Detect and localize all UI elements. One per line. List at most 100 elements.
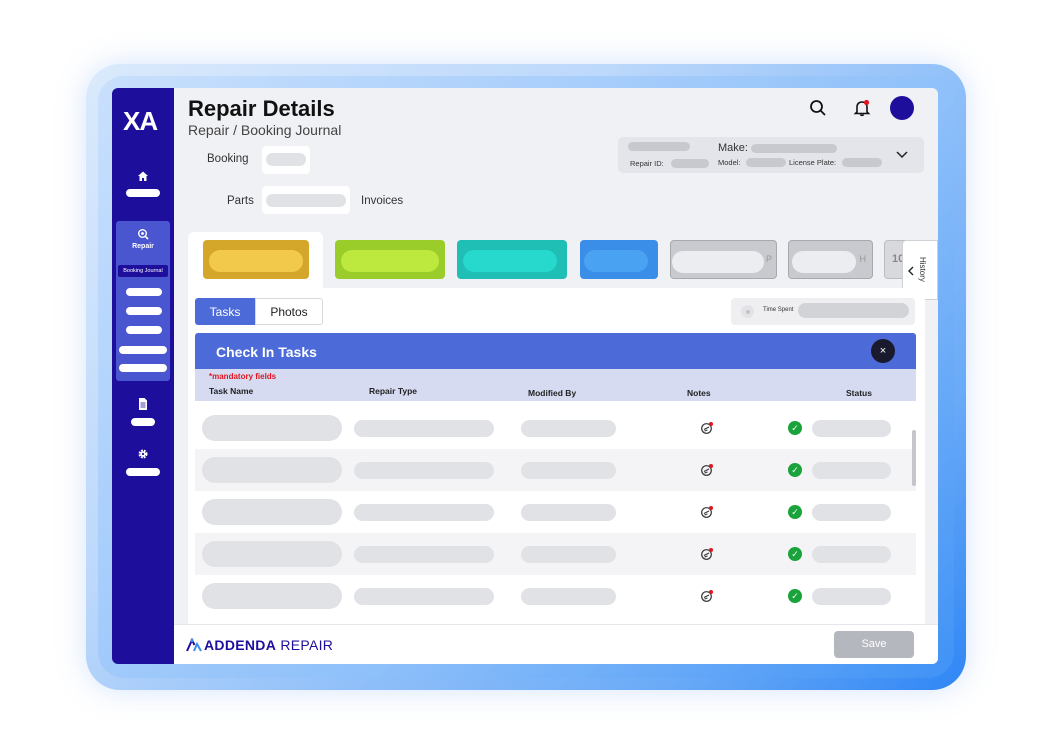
history-label: History — [918, 257, 927, 282]
status-tab-2[interactable] — [335, 240, 445, 279]
column-status: Status — [846, 388, 872, 398]
sidebar-item-documents-label — [131, 418, 155, 426]
status-tab-3[interactable] — [457, 240, 567, 279]
repair-type-cell[interactable] — [354, 545, 494, 563]
status-check-icon: ✓ — [788, 589, 802, 603]
column-task-name: Task Name — [209, 386, 254, 396]
tab-tasks[interactable]: Tasks — [195, 298, 255, 325]
app-logo: XA — [123, 106, 158, 136]
brand-light: REPAIR — [280, 637, 334, 653]
table-row[interactable]: ✓ — [195, 533, 916, 575]
repair-type-cell[interactable] — [354, 587, 494, 605]
sidebar-item-home-label — [126, 189, 160, 197]
notes-icon[interactable] — [700, 589, 714, 603]
sidebar-subitem[interactable] — [126, 288, 162, 296]
sidebar-subitem[interactable] — [119, 364, 167, 372]
vehicle-summary-card[interactable]: Repair ID: Make: Model: License Plate: — [618, 137, 924, 173]
scrollbar[interactable] — [912, 430, 916, 486]
make-value — [751, 144, 837, 153]
column-notes: Notes — [687, 388, 711, 398]
sidebar-item-repair[interactable]: Repair Booking Journal — [116, 221, 170, 381]
bell-icon[interactable] — [852, 98, 872, 118]
time-spent-value — [798, 303, 909, 318]
brand-wordmark: ADDENDA REPAIR — [204, 637, 333, 653]
status-tab-4[interactable] — [580, 240, 658, 279]
column-repair-type: Repair Type — [369, 386, 418, 396]
modified-by-cell — [521, 461, 616, 479]
notes-icon[interactable] — [700, 547, 714, 561]
task-name-cell[interactable] — [202, 583, 342, 609]
task-name-cell[interactable] — [202, 541, 342, 567]
time-spent-label: Time Spent — [763, 307, 794, 313]
modified-by-cell — [521, 545, 616, 563]
status-value-cell[interactable] — [812, 461, 891, 479]
sidebar-subitem[interactable] — [126, 326, 162, 334]
column-modified-by: Modified By — [528, 388, 577, 398]
make-label: Make: — [718, 142, 748, 154]
task-name-cell[interactable] — [202, 499, 342, 525]
search-icon[interactable] — [808, 98, 828, 118]
status-value-cell[interactable] — [812, 419, 891, 437]
booking-field[interactable] — [262, 146, 310, 174]
task-name-cell[interactable] — [202, 457, 342, 483]
tasks-panel: Tasks Photos Time Spent Check In Tasks ×… — [188, 288, 925, 624]
notes-icon[interactable] — [700, 505, 714, 519]
parts-field[interactable] — [262, 186, 350, 214]
status-tab-1[interactable] — [203, 240, 309, 279]
parts-value — [266, 194, 346, 207]
repair-type-cell[interactable] — [354, 503, 494, 521]
notes-icon[interactable] — [700, 463, 714, 477]
task-name-cell[interactable] — [202, 415, 342, 441]
repair-icon — [138, 229, 149, 240]
save-button[interactable]: Save — [834, 631, 914, 658]
status-tab-5-label — [672, 251, 764, 273]
booking-label[interactable]: Booking — [207, 153, 249, 165]
parts-label[interactable]: Parts — [227, 195, 254, 207]
sidebar-subitem[interactable] — [119, 346, 167, 354]
status-tab-5[interactable]: P — [670, 240, 777, 279]
model-value — [746, 158, 786, 167]
repair-type-cell[interactable] — [354, 461, 494, 479]
status-tab-3-label — [463, 250, 557, 272]
breadcrumb[interactable]: Repair / Booking Journal — [188, 122, 341, 138]
status-value-cell[interactable] — [812, 545, 891, 563]
sidebar-subitem[interactable] — [126, 307, 162, 315]
chevron-down-icon[interactable] — [896, 151, 908, 159]
table-row[interactable]: ✓ — [195, 449, 916, 491]
sidebar-subitem-booking-journal[interactable]: Booking Journal — [118, 265, 168, 277]
modified-by-cell — [521, 587, 616, 605]
close-button[interactable]: × — [871, 339, 895, 363]
status-check-icon: ✓ — [788, 463, 802, 477]
status-tab-5-suffix: P — [765, 254, 772, 264]
home-icon — [138, 171, 148, 181]
table-row[interactable]: ✓ — [195, 407, 916, 449]
status-value-cell[interactable] — [812, 587, 891, 605]
repair-type-cell[interactable] — [354, 419, 494, 437]
status-check-icon: ✓ — [788, 421, 802, 435]
status-check-icon: ✓ — [788, 505, 802, 519]
sidebar-item-home[interactable] — [112, 168, 174, 200]
sidebar-item-settings-label — [126, 468, 160, 476]
notes-icon[interactable] — [700, 421, 714, 435]
status-tab-4-label — [584, 250, 648, 272]
status-check-icon: ✓ — [788, 547, 802, 561]
status-tab-6[interactable]: H — [788, 240, 873, 279]
avatar[interactable] — [890, 96, 914, 120]
chevron-left-icon — [908, 266, 914, 276]
time-spent-field: Time Spent — [731, 298, 915, 325]
modified-by-cell — [521, 419, 616, 437]
tab-photos[interactable]: Photos — [255, 298, 323, 325]
sidebar: XA Repair Booking Journal — [112, 88, 174, 664]
table-row[interactable]: ✓ — [195, 575, 916, 617]
status-tab-6-label — [792, 251, 856, 273]
table-row[interactable]: ✓ — [195, 491, 916, 533]
repair-id-value — [671, 159, 709, 168]
status-value-cell[interactable] — [812, 503, 891, 521]
addenda-logo-icon — [186, 638, 202, 652]
table-header: *mandatory fields Task Name Repair Type … — [195, 369, 916, 401]
sidebar-item-settings[interactable] — [112, 448, 174, 478]
mandatory-note: *mandatory fields — [209, 372, 277, 381]
invoices-label[interactable]: Invoices — [361, 195, 403, 207]
gear-icon — [138, 449, 148, 459]
sidebar-item-documents[interactable] — [112, 398, 174, 428]
